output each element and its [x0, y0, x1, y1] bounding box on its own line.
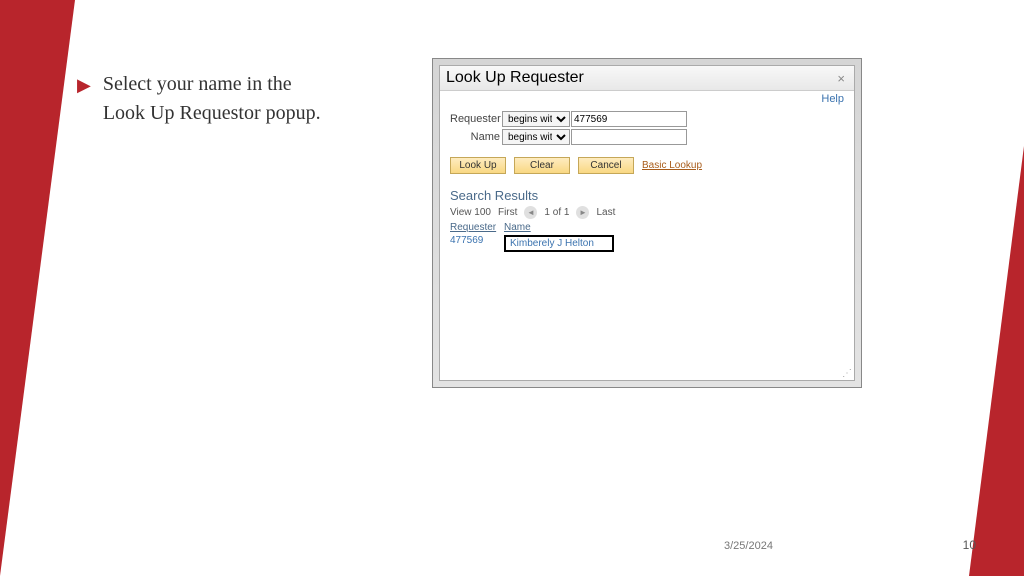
dialog-titlebar: Look Up Requester × [440, 66, 854, 91]
requester-operator-select[interactable]: begins with [502, 111, 570, 127]
resize-handle-icon[interactable]: ⋰ [842, 368, 852, 378]
name-operator-select[interactable]: begins with [502, 129, 570, 145]
cell-name-highlighted[interactable]: Kimberely J Helton [504, 235, 614, 252]
table-header: Requester Name [450, 222, 844, 233]
header-requester[interactable]: Requester [450, 222, 504, 233]
lookup-button[interactable]: Look Up [450, 157, 506, 174]
basic-lookup-link[interactable]: Basic Lookup [642, 160, 702, 171]
results-table: Requester Name 477569 Kimberely J Helton [450, 222, 844, 252]
next-icon[interactable]: ► [576, 206, 589, 219]
dialog-body: Help Requester begins with Name begins w… [440, 91, 854, 380]
name-label: Name [450, 131, 502, 143]
close-icon[interactable]: × [834, 71, 848, 86]
footer-date: 3/25/2024 [724, 540, 773, 552]
search-results-title: Search Results [450, 188, 844, 203]
button-row: Look Up Clear Cancel Basic Lookup [450, 157, 844, 174]
position-label: 1 of 1 [544, 207, 569, 218]
bullet-item: ▶ Select your name in the Look Up Reques… [77, 70, 333, 128]
header-name[interactable]: Name [504, 222, 604, 233]
name-row: Name begins with [450, 129, 844, 145]
search-form: Requester begins with Name begins with [450, 111, 844, 145]
right-accent-triangle [969, 146, 1024, 576]
bullet-text: Select your name in the Look Up Requesto… [103, 70, 333, 128]
screenshot-frame: Look Up Requester × Help Requester begin… [432, 58, 862, 388]
pagination-row: View 100 First ◄ 1 of 1 ► Last [450, 206, 844, 219]
requester-input[interactable] [571, 111, 687, 127]
lookup-dialog: Look Up Requester × Help Requester begin… [439, 65, 855, 381]
requester-row: Requester begins with [450, 111, 844, 127]
first-label[interactable]: First [498, 207, 517, 218]
clear-button[interactable]: Clear [514, 157, 570, 174]
triangle-bullet-icon: ▶ [77, 74, 91, 97]
prev-icon[interactable]: ◄ [524, 206, 537, 219]
cell-requester[interactable]: 477569 [450, 235, 504, 252]
view-label: View 100 [450, 207, 491, 218]
requester-label: Requester [450, 113, 502, 125]
dialog-title: Look Up Requester [446, 69, 584, 87]
left-accent-triangle [0, 0, 75, 576]
cancel-button[interactable]: Cancel [578, 157, 634, 174]
name-input[interactable] [571, 129, 687, 145]
footer-page-number: 10 [963, 538, 976, 552]
table-row: 477569 Kimberely J Helton [450, 235, 844, 252]
last-label[interactable]: Last [596, 207, 615, 218]
help-link[interactable]: Help [821, 93, 844, 105]
